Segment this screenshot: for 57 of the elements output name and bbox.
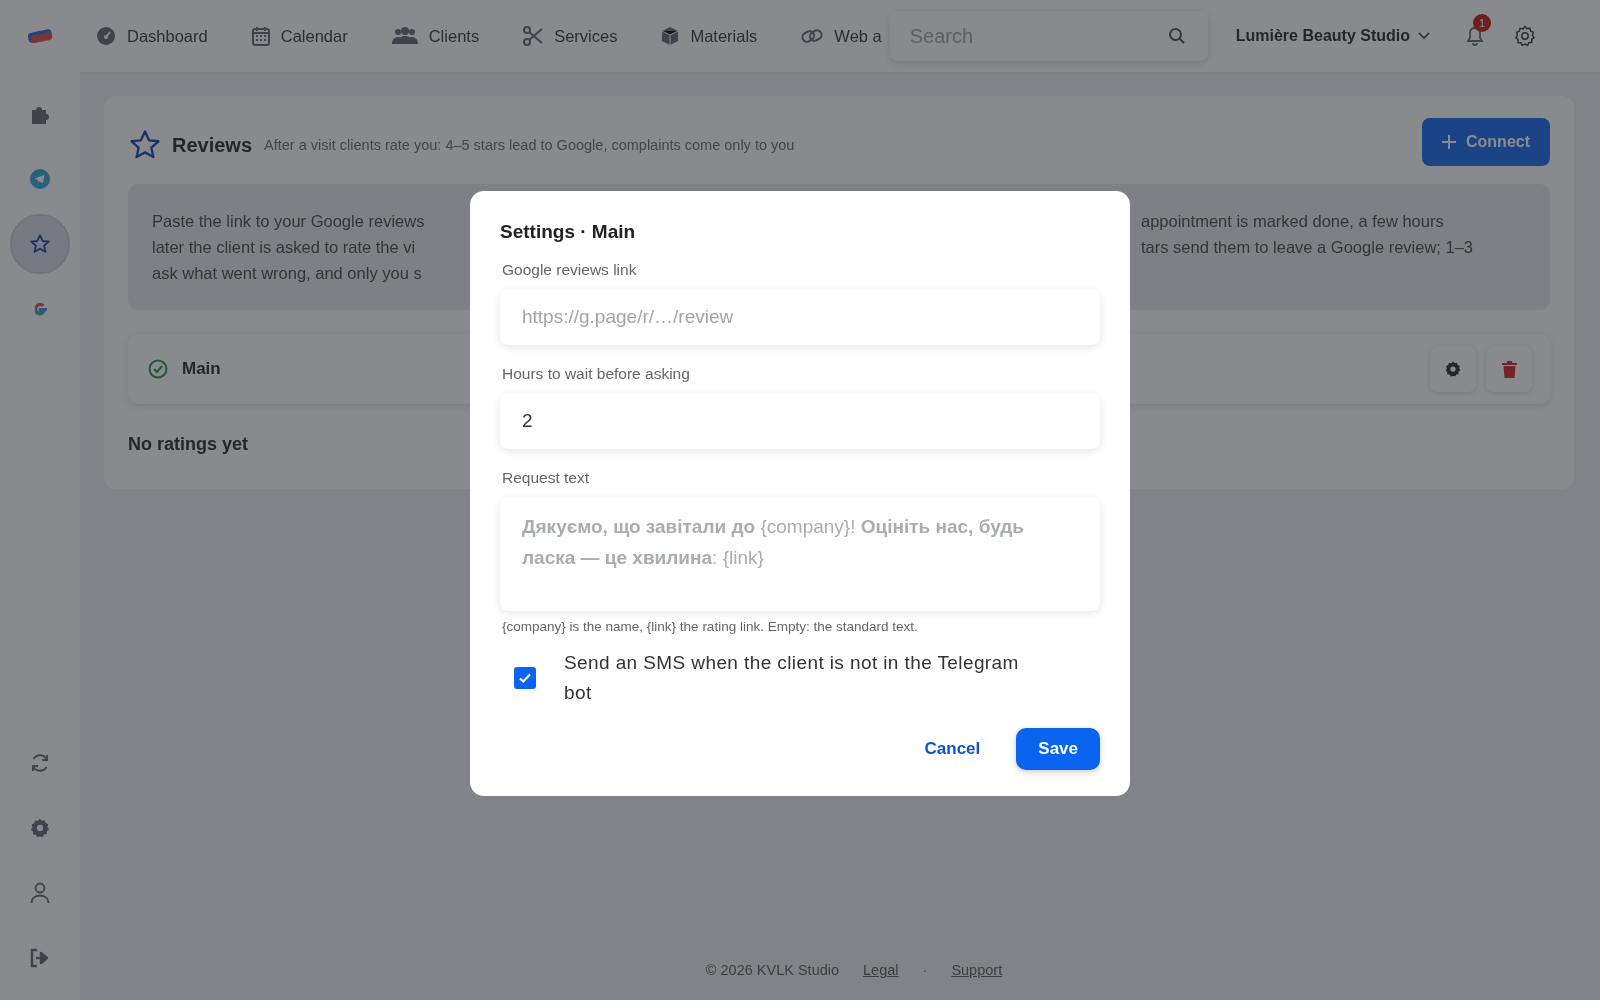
field-label: Hours to wait before asking [502,365,691,383]
field-label: Request text [502,469,591,487]
copyright-text: © 2026 KVLK Studio [705,962,840,978]
separator-dot: · [922,962,928,978]
gear-icon [1444,360,1462,378]
settings-button[interactable] [1430,346,1476,392]
nav-link[interactable]: Dashboard [96,26,208,46]
people-icon [391,27,418,45]
empty-state-text: No ratings yet [128,434,250,455]
nav-link[interactable]: Services [523,26,618,46]
scissors-icon [523,26,544,46]
nav-link[interactable]: Web a [801,26,882,46]
gear-icon [29,817,51,839]
connect-button[interactable]: Connect [1422,118,1550,166]
dialog-title: Settings · Main [500,221,637,243]
search-icon [1167,27,1186,45]
bell-icon[interactable] [1466,26,1484,46]
hint-text: {company} is the name, {link} the rating link. Empty: the standard text. [502,619,919,634]
field-label: Google reviews link [502,261,638,279]
plus-icon [1442,135,1456,149]
input-field[interactable]: 2 [500,393,1100,449]
user-icon [30,882,50,904]
trash-icon [1501,360,1517,378]
input-field[interactable]: https://g.page/r/…/review [500,289,1100,345]
chevron-down-icon [1418,32,1430,40]
star-icon [29,233,51,255]
calendar-icon [251,26,270,46]
integration-name: Main [182,359,221,379]
info-text: Paste the link to your Google reviews [152,211,426,232]
nav-link[interactable]: Calendar [251,26,348,46]
cube-icon [661,26,680,46]
notification-badge: 1 [1473,14,1491,32]
page-title: Reviews [172,133,253,157]
info-text: appointment is marked done, a few hours [1141,211,1445,232]
sidebar-item[interactable] [12,216,68,272]
logout-icon [29,948,51,968]
footer-link[interactable]: Support [951,962,1003,978]
dashboard-icon [96,26,116,46]
nav-link[interactable]: Materials [661,26,758,46]
request-text-field[interactable]: Дякуємо, що завітали до {company}! Оцініть нас, будь ласка — це хвилина: {link} [500,497,1100,611]
delete-button[interactable] [1486,346,1532,392]
footer-link[interactable]: Legal [863,962,899,978]
info-text: later the client is asked to rate the vi [152,237,417,258]
studio-dropdown[interactable]: Lumière Beauty Studio [1235,27,1430,45]
save-button[interactable]: Save [1016,728,1100,770]
google-icon [31,300,49,318]
page-subtitle: After a visit clients rate you: 4–5 stars lead to Google, complaints come only to you [264,137,795,153]
nav-link[interactable]: Clients [391,26,480,46]
cancel-button[interactable]: Cancel [918,738,987,760]
settings-icon[interactable] [1514,25,1536,47]
checkbox-label: Send an SMS when the client is not in the Telegram bot [564,651,1020,705]
checkbox[interactable] [514,667,536,689]
info-text: tars send them to leave a Google review; 1–3 [1141,237,1475,258]
info-text: ask what went wrong, and only you s [152,263,423,284]
refresh-icon [29,752,51,774]
telegram-icon [30,169,50,189]
link-icon [801,26,824,46]
